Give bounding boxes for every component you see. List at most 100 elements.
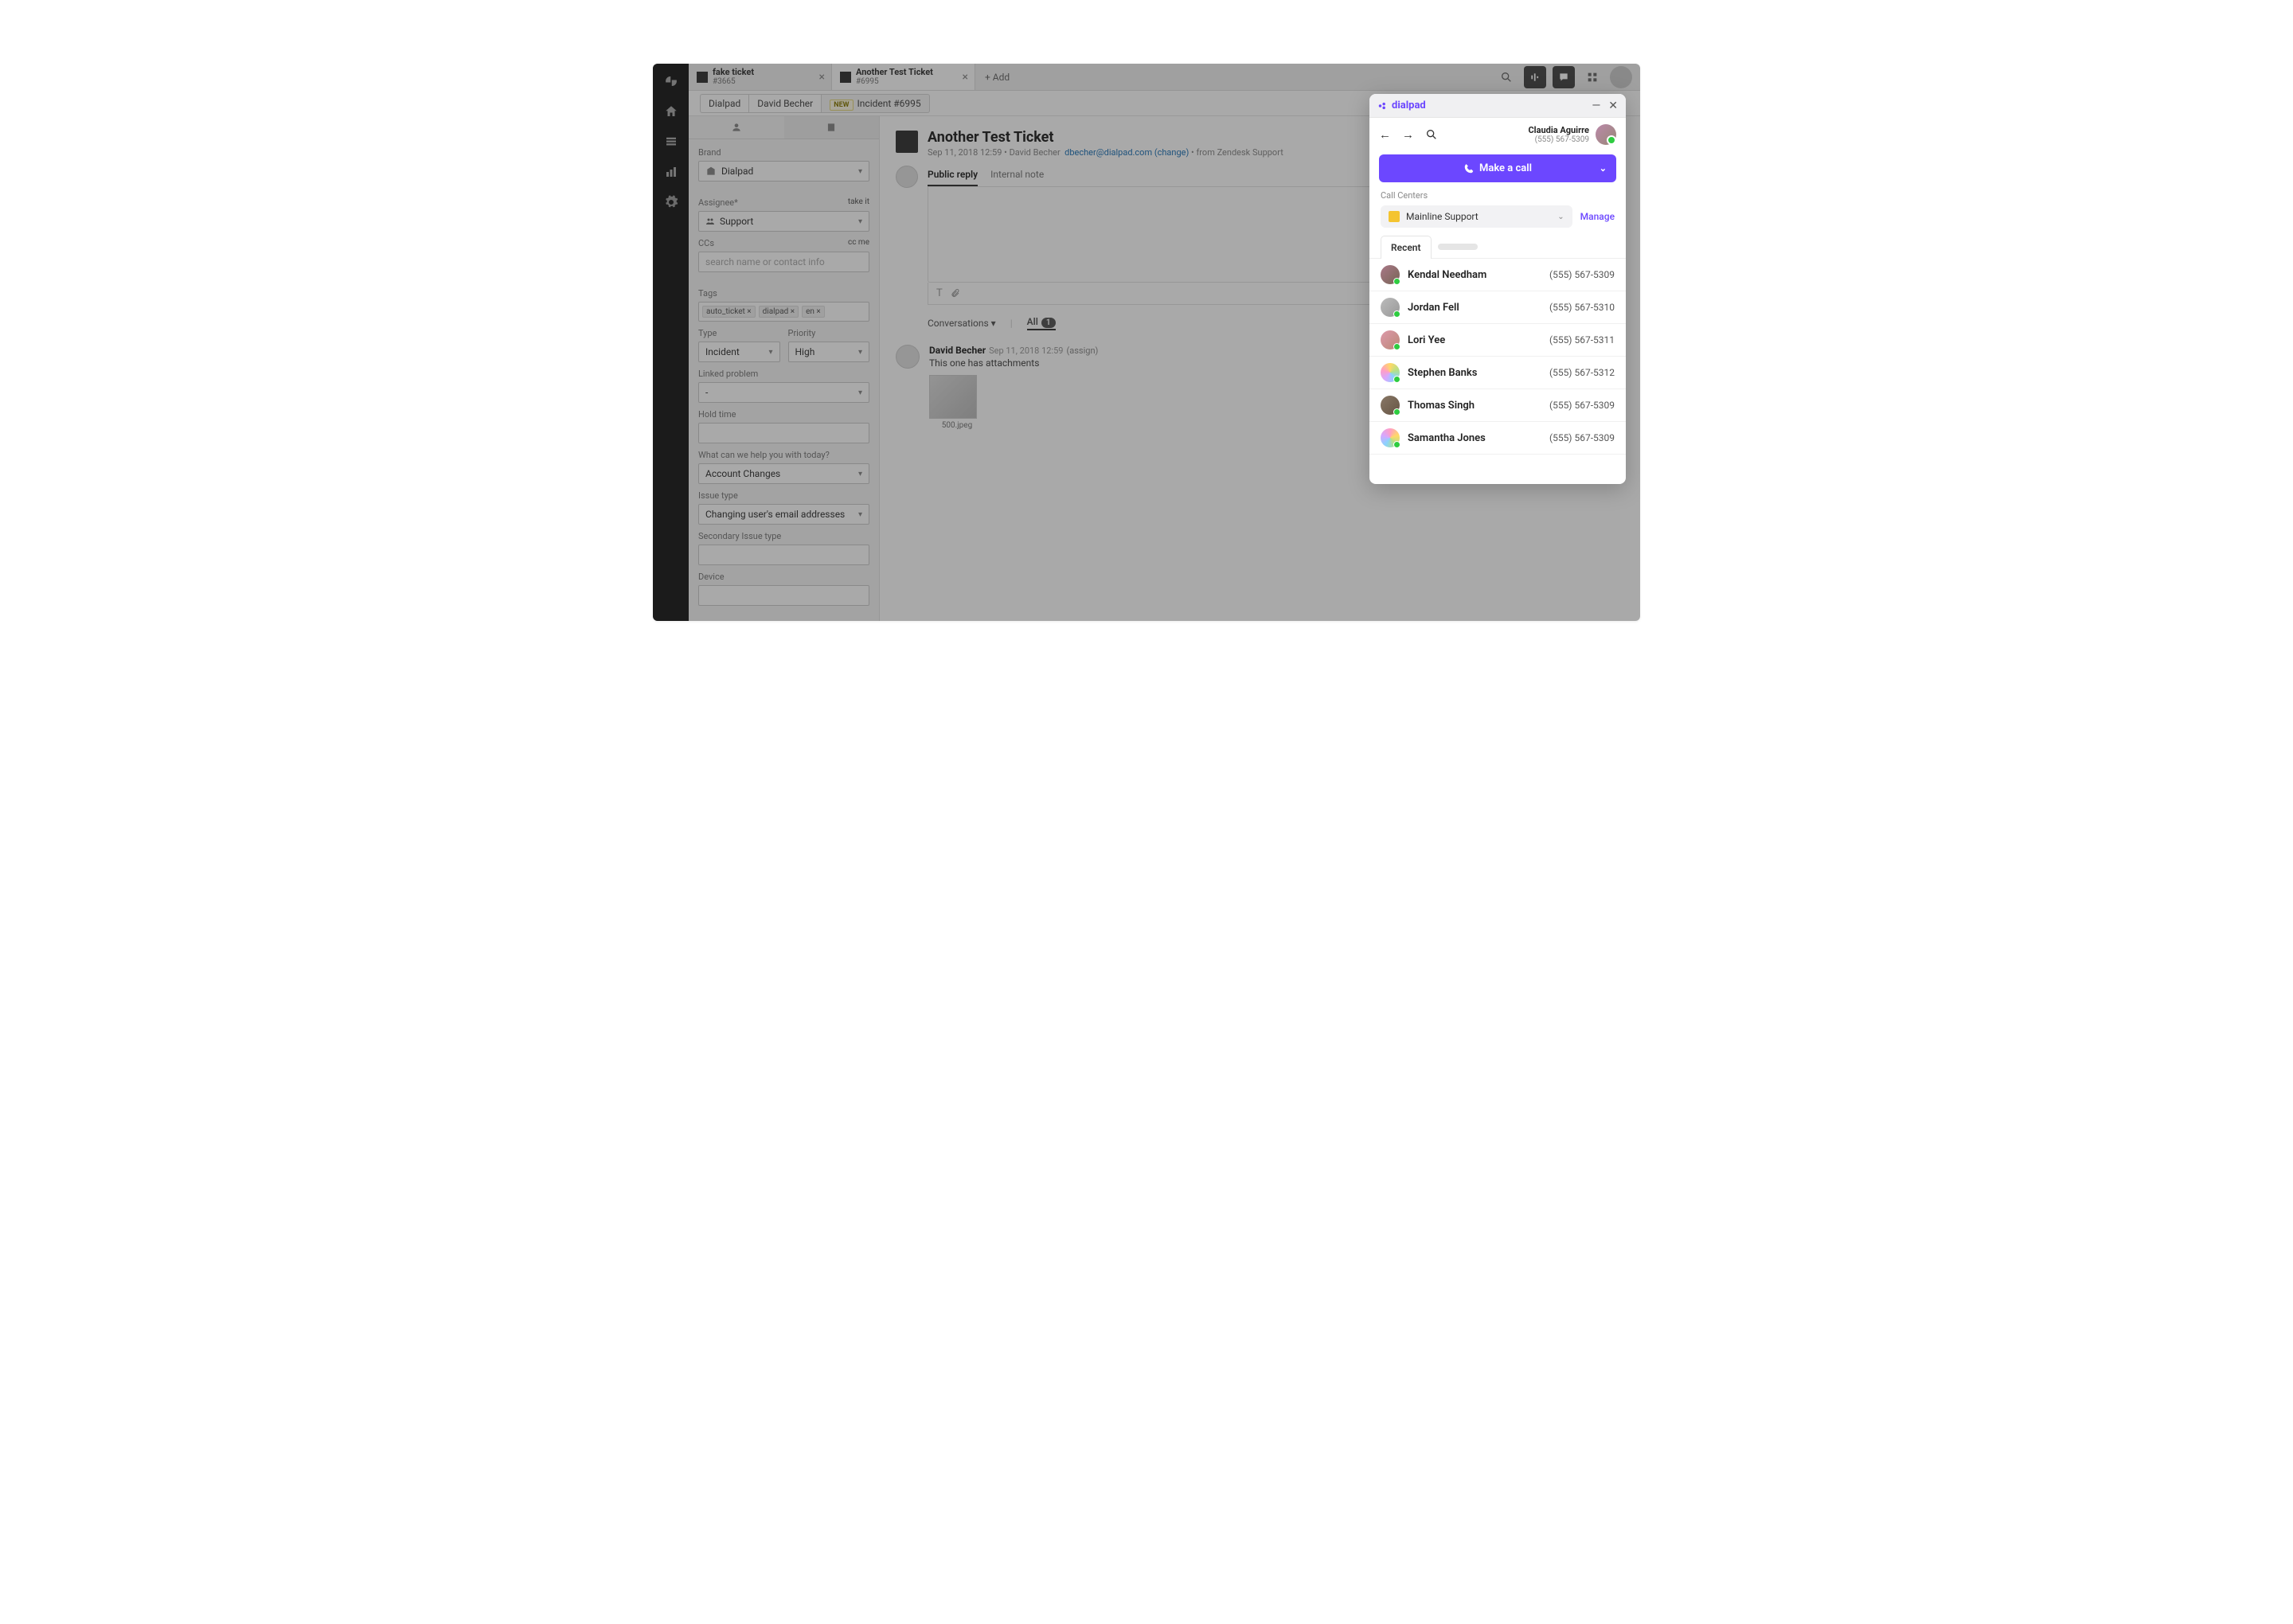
contact-phone: (555) 567-5312 [1549, 367, 1615, 378]
settings-icon[interactable] [663, 194, 679, 210]
home-icon[interactable] [663, 103, 679, 119]
ccs-input[interactable]: search name or contact info [698, 252, 869, 272]
contact-item[interactable]: Lori Yee (555) 567-5311 [1369, 324, 1626, 357]
tab-placeholder [1438, 244, 1478, 250]
public-reply-tab[interactable]: Public reply [928, 164, 978, 186]
contact-item[interactable]: Jordan Fell (555) 567-5310 [1369, 291, 1626, 324]
contact-item[interactable]: Stephen Banks (555) 567-5312 [1369, 357, 1626, 389]
user-avatar[interactable] [1610, 66, 1632, 88]
tag-chip[interactable]: auto_ticket × [702, 306, 756, 318]
add-tab-button[interactable]: + Add [975, 64, 1019, 90]
contact-phone: (555) 567-5309 [1549, 432, 1615, 443]
all-filter[interactable]: All1 [1027, 316, 1056, 330]
chat-icon[interactable] [1553, 66, 1575, 88]
breadcrumb-item[interactable]: NEWIncident #6995 [821, 94, 929, 113]
breadcrumb-item[interactable]: David Becher [748, 94, 821, 113]
current-user[interactable]: Claudia Aguirre (555) 567-5309 [1528, 124, 1616, 145]
user-avatar [896, 345, 920, 369]
type-select[interactable]: Incident▾ [698, 342, 780, 362]
ticket-props-tab[interactable] [784, 116, 880, 139]
contact-item[interactable]: Samantha Jones (555) 567-5309 [1369, 422, 1626, 455]
contact-phone: (555) 567-5310 [1549, 302, 1615, 313]
ticket-icon [697, 72, 708, 83]
app-window: fake ticket #3665 × Another Test Ticket … [653, 64, 1640, 621]
zendesk-logo-icon[interactable] [663, 73, 679, 89]
take-it-link[interactable]: take it [848, 197, 869, 208]
search-icon[interactable] [1495, 66, 1518, 88]
device-input[interactable] [698, 585, 869, 606]
contact-name: Kendal Needham [1408, 269, 1486, 281]
breadcrumb-item[interactable]: Dialpad [700, 94, 748, 113]
tab-title: fake ticket [713, 67, 754, 77]
close-icon[interactable]: × [963, 71, 968, 84]
contact-avatar [1381, 363, 1400, 382]
contact-item[interactable]: Kendal Needham (555) 567-5309 [1369, 259, 1626, 291]
make-call-button[interactable]: Make a call ⌄ [1379, 154, 1616, 182]
contact-name: Stephen Banks [1408, 367, 1477, 379]
assign-link[interactable]: (assign) [1067, 345, 1099, 356]
new-badge: NEW [830, 100, 853, 111]
attachment-thumb [929, 375, 977, 419]
dialpad-nav: ← → Claudia Aguirre (555) 567-5309 [1369, 118, 1626, 151]
minimize-icon[interactable]: — [1592, 100, 1600, 112]
search-icon[interactable] [1425, 128, 1438, 141]
brand-label: Brand [698, 147, 869, 158]
contact-name: Jordan Fell [1408, 302, 1459, 314]
tags-label: Tags [698, 288, 869, 299]
close-icon[interactable]: × [819, 71, 825, 84]
tag-chip[interactable]: dialpad × [759, 306, 799, 318]
text-format-icon[interactable]: T [936, 287, 943, 299]
user-tab[interactable] [689, 116, 784, 139]
back-icon[interactable]: ← [1379, 127, 1391, 142]
assignee-select[interactable]: Support▾ [698, 211, 869, 232]
cc-me-link[interactable]: cc me [848, 238, 869, 248]
forward-icon[interactable]: → [1402, 127, 1414, 142]
sidebar-tabs [689, 116, 879, 139]
talk-icon[interactable] [1524, 66, 1546, 88]
ccs-label: CCs [698, 238, 714, 248]
issue-select[interactable]: Changing user's email addresses▾ [698, 504, 869, 525]
conversations-dropdown[interactable]: Conversations ▾ [928, 318, 996, 329]
email-link[interactable]: dbecher@dialpad.com (change) [1064, 147, 1189, 158]
attachment-name: 500.jpeg [929, 421, 985, 430]
manage-link[interactable]: Manage [1580, 211, 1615, 222]
internal-note-tab[interactable]: Internal note [990, 164, 1044, 186]
attachment[interactable]: 500.jpeg [929, 375, 985, 430]
chevron-down-icon: ⌄ [1557, 213, 1564, 221]
ticket-icon [840, 72, 851, 83]
linked-select[interactable]: -▾ [698, 382, 869, 403]
sec-input[interactable] [698, 545, 869, 565]
tab-title: Another Test Ticket [856, 67, 933, 77]
contact-name: Samantha Jones [1408, 432, 1486, 444]
ticket-tab[interactable]: fake ticket #3665 × [689, 64, 832, 90]
call-center-select[interactable]: Mainline Support ⌄ [1381, 205, 1572, 228]
ticket-title: Another Test Ticket [928, 129, 1283, 146]
brand-select[interactable]: Dialpad▾ [698, 161, 869, 182]
user-name: Claudia Aguirre [1528, 125, 1589, 135]
msg-time: Sep 11, 2018 12:59 [989, 345, 1063, 356]
tab-bar: fake ticket #3665 × Another Test Ticket … [689, 64, 1640, 91]
hold-input[interactable] [698, 423, 869, 443]
dialpad-logo: dialpad [1377, 100, 1426, 111]
reports-icon[interactable] [663, 164, 679, 180]
help-label: What can we help you with today? [698, 450, 869, 460]
tags-field[interactable]: auto_ticket × dialpad × en × [698, 302, 869, 322]
tag-chip[interactable]: en × [802, 306, 825, 318]
priority-label: Priority [788, 328, 870, 338]
priority-select[interactable]: High▾ [788, 342, 870, 362]
recent-tab[interactable]: Recent [1381, 236, 1432, 259]
views-icon[interactable] [663, 134, 679, 150]
type-label: Type [698, 328, 780, 338]
help-select[interactable]: Account Changes▾ [698, 463, 869, 484]
user-avatar [1596, 124, 1616, 145]
contact-avatar [1381, 265, 1400, 284]
close-icon[interactable]: ✕ [1608, 100, 1618, 112]
ticket-tab[interactable]: Another Test Ticket #6995 × [832, 64, 975, 90]
chevron-down-icon: ⌄ [1600, 163, 1607, 174]
attach-icon[interactable] [951, 287, 960, 299]
folder-icon [1389, 211, 1400, 222]
apps-icon[interactable] [1581, 66, 1604, 88]
assignee-label: Assignee* [698, 197, 738, 208]
contact-item[interactable]: Thomas Singh (555) 567-5309 [1369, 389, 1626, 422]
user-phone: (555) 567-5309 [1528, 135, 1589, 144]
